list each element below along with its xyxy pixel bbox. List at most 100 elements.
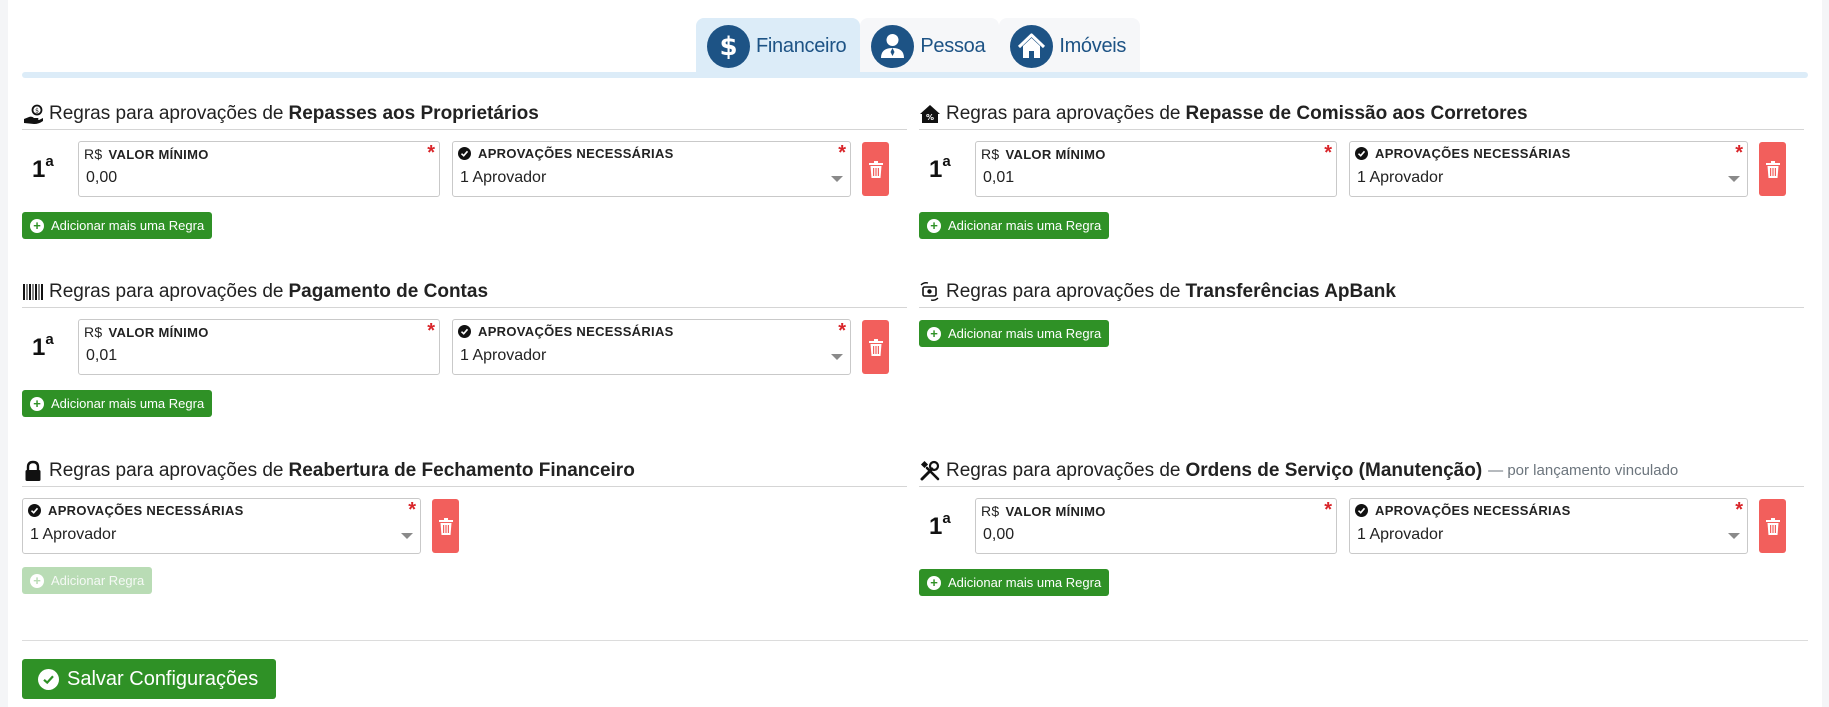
plus-circle-icon: + (927, 218, 941, 233)
tab-underline (22, 72, 1808, 78)
approvals-select[interactable]: APROVAÇÕES NECESSÁRIAS * 1 Aprovador (22, 498, 421, 554)
min-value-label: R$ VALOR MÍNIMO (84, 324, 209, 340)
check-circle-icon (1355, 147, 1368, 160)
svg-text:$: $ (35, 107, 39, 114)
approvals-select[interactable]: APROVAÇÕES NECESSÁRIAS * 1 Aprovador (452, 319, 851, 375)
hand-coin-icon: $ (22, 103, 44, 125)
add-rule-button[interactable]: + Adicionar mais uma Regra (22, 212, 213, 239)
delete-rule-button[interactable] (862, 320, 889, 374)
check-circle-icon (38, 668, 59, 690)
required-mark: * (427, 320, 435, 342)
min-value-input[interactable]: 0,01 (983, 169, 1014, 187)
approvals-select[interactable]: APROVAÇÕES NECESSÁRIAS * 1 Aprovador (1349, 141, 1748, 197)
plus-circle-icon: + (927, 326, 941, 341)
min-value-input[interactable]: 0,00 (983, 526, 1014, 544)
delete-rule-button[interactable] (1759, 142, 1786, 196)
tab-imoveis[interactable]: Imóveis (999, 18, 1141, 74)
approvals-select[interactable]: APROVAÇÕES NECESSÁRIAS * 1 Aprovador (452, 141, 851, 197)
svg-text:%: % (926, 113, 934, 122)
lock-icon (22, 460, 44, 482)
chevron-down-icon (1728, 533, 1740, 539)
plus-circle-icon: + (30, 573, 44, 588)
section-title: Pagamento de Contas (288, 280, 489, 302)
approvals-value: 1 Aprovador (1357, 169, 1444, 186)
rule-ordinal: 1a (32, 331, 54, 361)
section-heading: % Regras para aprovações de Repasse de C… (919, 98, 1804, 130)
approvals-label: APROVAÇÕES NECESSÁRIAS (458, 146, 674, 161)
section-heading: Regras para aprovações de Reabertura de … (22, 455, 907, 487)
required-mark: * (408, 499, 416, 521)
rule-row: 1a R$ VALOR MÍNIMO * 0,01 APROVAÇÕES NECE… (22, 319, 907, 377)
trash-icon (438, 517, 453, 535)
add-rule-button[interactable]: + Adicionar mais uma Regra (919, 212, 1110, 239)
min-value-field[interactable]: R$ VALOR MÍNIMO * 0,00 (78, 141, 440, 197)
required-mark: * (1324, 142, 1332, 164)
rule-row: 1a R$ VALOR MÍNIMO * 0,00 APROVAÇÕES NECE… (919, 498, 1804, 556)
delete-rule-button[interactable] (862, 142, 889, 196)
section-heading: Regras para aprovações de Pagamento de C… (22, 276, 907, 308)
rule-row: 1a R$ VALOR MÍNIMO * 0,00 APROVAÇÕES NECE… (22, 141, 907, 199)
section-prefix: Regras para aprovações de (49, 102, 284, 124)
save-settings-button[interactable]: Salvar Configurações (22, 659, 276, 699)
section-title: Reabertura de Fechamento Financeiro (288, 459, 635, 481)
person-icon (871, 24, 915, 68)
plus-circle-icon: + (30, 218, 44, 233)
min-value-label: R$ VALOR MÍNIMO (981, 503, 1106, 519)
barcode-icon (22, 281, 44, 303)
plus-circle-icon: + (30, 396, 44, 411)
min-value-input[interactable]: 0,00 (86, 169, 117, 187)
divider (22, 640, 1808, 641)
required-mark: * (838, 142, 846, 164)
check-circle-icon (458, 147, 471, 160)
check-circle-icon (1355, 504, 1368, 517)
approvals-label: APROVAÇÕES NECESSÁRIAS (1355, 146, 1571, 161)
section-heading: Regras para aprovações de Ordens de Serv… (919, 455, 1804, 487)
section-prefix: Regras para aprovações de (946, 459, 1181, 481)
add-rule-button[interactable]: + Adicionar mais uma Regra (919, 320, 1110, 347)
approvals-value: 1 Aprovador (30, 526, 117, 543)
check-circle-icon (458, 325, 471, 338)
min-value-field[interactable]: R$ VALOR MÍNIMO * 0,01 (78, 319, 440, 375)
add-rule-button-disabled: + Adicionar Regra (22, 567, 153, 594)
section-prefix: Regras para aprovações de (49, 459, 284, 481)
section-title: Transferências ApBank (1185, 280, 1396, 302)
house-icon (1010, 24, 1054, 68)
add-rule-button[interactable]: + Adicionar mais uma Regra (919, 569, 1110, 596)
tab-list: $ Financeiro Pessoa Imóveis (696, 18, 1141, 74)
rule-ordinal: 1a (32, 153, 54, 183)
dollar-icon: $ (707, 24, 750, 68)
section-prefix: Regras para aprovações de (946, 102, 1181, 124)
section-heading: $ Regras para aprovações de Repasses aos… (22, 98, 907, 130)
page: $ Financeiro Pessoa Imóveis $ Regras par… (8, 0, 1822, 707)
delete-rule-button[interactable] (432, 499, 459, 553)
approvals-value: 1 Aprovador (460, 347, 547, 364)
delete-rule-button[interactable] (1759, 499, 1786, 553)
plus-circle-icon: + (927, 575, 941, 590)
required-mark: * (838, 320, 846, 342)
min-value-input[interactable]: 0,01 (86, 347, 117, 365)
tab-label: Imóveis (1059, 34, 1127, 57)
check-circle-icon (28, 504, 41, 517)
section-title: Repasses aos Proprietários (288, 102, 539, 124)
min-value-field[interactable]: R$ VALOR MÍNIMO * 0,01 (975, 141, 1337, 197)
add-rule-button[interactable]: + Adicionar mais uma Regra (22, 390, 213, 417)
required-mark: * (1735, 499, 1743, 521)
chevron-down-icon (401, 533, 413, 539)
trash-icon (868, 338, 883, 356)
money-transfer-icon (919, 281, 941, 303)
tab-pessoa[interactable]: Pessoa (860, 18, 1000, 74)
approvals-select[interactable]: APROVAÇÕES NECESSÁRIAS * 1 Aprovador (1349, 498, 1748, 554)
rule-row: 1a R$ VALOR MÍNIMO * 0,01 APROVAÇÕES NECE… (919, 141, 1804, 199)
section-comissao: % Regras para aprovações de Repasse de C… (919, 98, 1804, 239)
min-value-field[interactable]: R$ VALOR MÍNIMO * 0,00 (975, 498, 1337, 554)
house-percent-icon: % (919, 103, 941, 125)
chevron-down-icon (1728, 176, 1740, 182)
chevron-down-icon (831, 176, 843, 182)
tab-financeiro[interactable]: $ Financeiro (696, 18, 861, 74)
tab-label: Pessoa (920, 34, 986, 57)
section-heading: Regras para aprovações de Transferências… (919, 276, 1804, 308)
section-ordens: Regras para aprovações de Ordens de Serv… (919, 455, 1804, 596)
section-note: — por lançamento vinculado (1488, 462, 1679, 479)
tools-icon (919, 460, 941, 482)
rule-ordinal: 1a (929, 153, 951, 183)
